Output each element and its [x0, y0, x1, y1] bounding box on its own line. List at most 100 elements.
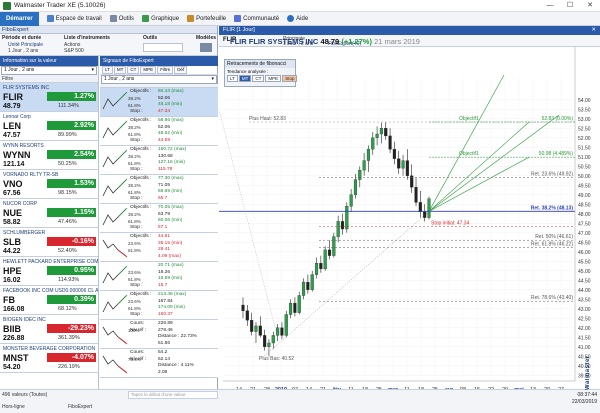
start-button[interactable]: Démarrer: [0, 11, 39, 26]
candle-body: [258, 325, 262, 336]
timeframe-button[interactable]: Déf: [174, 66, 188, 74]
signal-row[interactable]: 20.71 (max) 18.26 16.59 (min) Stop : 15.7 23.…: [100, 262, 218, 291]
period-value2[interactable]: 1 Jour , 2 ans: [8, 48, 38, 54]
close-button[interactable]: ✕: [580, 0, 600, 12]
stock-change: 2.54%: [47, 150, 96, 159]
instruments-value2[interactable]: S&P 500: [64, 48, 84, 54]
stock-price: 58.82: [3, 219, 21, 226]
signal-row[interactable]: Objectifs : 70.05 (max) 63.79 60.06 (min) St…: [100, 204, 218, 233]
instruments-label: Liste d'instruments: [64, 35, 110, 41]
stock-price: 226.88: [3, 335, 25, 342]
signal-timeframe-bar: LT MT CT MPE Filtre Déf: [100, 66, 218, 75]
fibo-button[interactable]: Stop: [282, 75, 298, 82]
candle-body: [423, 211, 427, 218]
stock-name: SCHLUMBERGER: [3, 230, 46, 236]
menu-help[interactable]: Aide: [287, 15, 308, 22]
stock-row[interactable]: NUCOR CORP NUE 58.82 1.15% 47.46%: [0, 199, 98, 228]
signal-pct-b: 61.8%: [128, 248, 141, 253]
stock-row[interactable]: WYNN RESORTS WYNN 121.14 2.54% 50.25%: [0, 141, 98, 170]
models-label: Modèles: [196, 35, 217, 41]
y-tick-label: 47.50: [578, 221, 591, 227]
value-period-select[interactable]: 1 Jour , 2 ans: [1, 66, 97, 75]
window-controls: — ☐ ✕: [540, 0, 600, 12]
timeframe-button[interactable]: Filtre: [157, 66, 174, 74]
chart-tab[interactable]: FLIR [1 Jour] ✕: [219, 26, 600, 35]
close-chart-icon[interactable]: ✕: [591, 26, 596, 35]
menu-tools[interactable]: Outils: [109, 15, 135, 22]
signal-label: Cours:: [130, 350, 145, 355]
stock-row[interactable]: HEWLETT PACKARD ENTERPRISE COMPA HPE 16.02…: [0, 257, 98, 286]
tools-box[interactable]: [143, 43, 183, 52]
menu-workspace[interactable]: Espace de travail: [46, 15, 102, 22]
menu-community[interactable]: Communauté: [234, 15, 279, 22]
signal-row[interactable]: Objectifs : 160.72 (max) 130.68 127.16 (min…: [100, 146, 218, 175]
fibo-button[interactable]: MT: [238, 75, 252, 82]
app-icon: [3, 1, 11, 10]
signal-label: Stop :: [130, 167, 143, 172]
stock-row[interactable]: MONSTER BEVERAGE CORPORATION MNST 54.20 -4.…: [0, 344, 98, 373]
stock-potential: 89.99%: [58, 132, 77, 138]
fibo-button[interactable]: MPE: [265, 75, 282, 82]
value-search-input[interactable]: Tapez le début d'une valeur: [128, 391, 218, 399]
stock-list: FLIR SYSTEMS INC FLIR 48.79 1.27% 111.34% Len…: [0, 83, 98, 373]
candle-body: [289, 302, 293, 315]
stock-change: 1.27%: [47, 92, 96, 101]
stock-row[interactable]: VORNADO RLTY TR-SB VNO 67.56 1.53% 98.15%: [0, 170, 98, 199]
fibo-button[interactable]: CT: [252, 75, 265, 82]
tools-label: Outils: [143, 35, 158, 41]
stock-row[interactable]: BIOGEN IDEC INC BIIB 226.88 -29.23% 361.39%: [0, 315, 98, 344]
stock-price: 16.02: [3, 277, 21, 284]
candle-body: [384, 128, 388, 137]
signal-row[interactable]: Objectifs : 213.48 (max) 167.84 174.09 (min…: [100, 291, 218, 320]
signal-row[interactable]: Objectifs : 58.66 (max) 52.06 48.52 (min) St…: [100, 117, 218, 146]
signal-label: Stop :: [130, 283, 143, 288]
menu-tools-label: Outils: [118, 15, 135, 22]
stock-ticker: FLIR: [3, 92, 23, 102]
signal-mini-chart: [102, 178, 128, 197]
signal-label: Stop :: [130, 138, 143, 143]
signal-period-select[interactable]: 1 Jour , 2 ans: [101, 75, 217, 84]
stock-row[interactable]: FACEBOOK INC COM USD0.000006 CL A FB 166.0…: [0, 286, 98, 315]
projection-line: [428, 114, 560, 212]
signal-value: 48.52 (min): [158, 131, 183, 136]
chart-header-change: (+1.27%): [341, 37, 372, 46]
stock-row[interactable]: Lennar Corp LEN 47.57 2.92% 89.99%: [0, 112, 98, 141]
timeframe-button[interactable]: LT: [102, 66, 113, 74]
connection-status: Hors-ligne: [2, 404, 25, 410]
candle-body: [323, 249, 327, 270]
signal-row[interactable]: Cours: 54.2 Niv.réf :52.14 Distance : 4.11%…: [100, 349, 218, 378]
stock-row[interactable]: SCHLUMBERGER SLB 44.22 -0.16% 52.40%: [0, 228, 98, 257]
candle-body: [284, 314, 288, 336]
stock-potential: 68.12%: [58, 306, 77, 312]
timeframe-button[interactable]: MT: [113, 66, 127, 74]
signal-row[interactable]: Objectifs : 44.81 35.15 (min) 28.41 4.09 (ma…: [100, 233, 218, 262]
value-filter[interactable]: Filtre: [0, 75, 98, 83]
window-title: Walmaster Trader XE (5.10026): [14, 2, 106, 9]
stock-potential: 361.39%: [58, 335, 80, 341]
price-chart[interactable]: 54.00 53.50 53.00 52.50 52.00 51.50 51.00 50.50…: [219, 47, 600, 398]
menu-portfolio[interactable]: Portefeuille: [187, 15, 226, 22]
signal-arrow: [117, 294, 128, 305]
signal-row[interactable]: Objectifs : 60.44 (max) 52.06 48.18 (min) St…: [100, 88, 218, 117]
timeframe-button[interactable]: CT: [127, 66, 140, 74]
signal-row[interactable]: Objectifs : 77.30 (max) 71.05 69.69 (min) St…: [100, 175, 218, 204]
timeframe-button[interactable]: MPE: [140, 66, 157, 74]
signal-mini-chart: [102, 120, 128, 139]
y-tick-label: 49.00: [578, 193, 591, 199]
signal-mini-chart: [102, 149, 128, 168]
chart-header: FLIR FLIR SYSTEMS INC 48.79 (+1.27%) 21 …: [230, 37, 420, 46]
models-icon[interactable]: [200, 43, 212, 52]
y-tick-label: 46.00: [578, 250, 591, 256]
menu-chart[interactable]: Graphique: [142, 15, 179, 22]
minimize-button[interactable]: —: [540, 0, 560, 12]
stock-row[interactable]: FLIR SYSTEMS INC FLIR 48.79 1.27% 111.34%: [0, 83, 98, 112]
signal-value: 35.15 (min): [158, 241, 183, 246]
maximize-button[interactable]: ☐: [560, 0, 580, 12]
signal-value: 54.2: [158, 350, 168, 355]
signal-list: Objectifs :60.44 (max) 52.06 48.18 (min) St…: [100, 88, 218, 378]
fibo-button[interactable]: LT: [227, 75, 238, 82]
signal-row[interactable]: Cours: 226.89 Niv.réf :278.46 Distance : 22…: [100, 320, 218, 349]
signal-value: Distance : 22.73%: [158, 334, 197, 339]
signals-header: Signaux de FiboExpert: [100, 56, 218, 66]
candle-body: [327, 249, 332, 256]
